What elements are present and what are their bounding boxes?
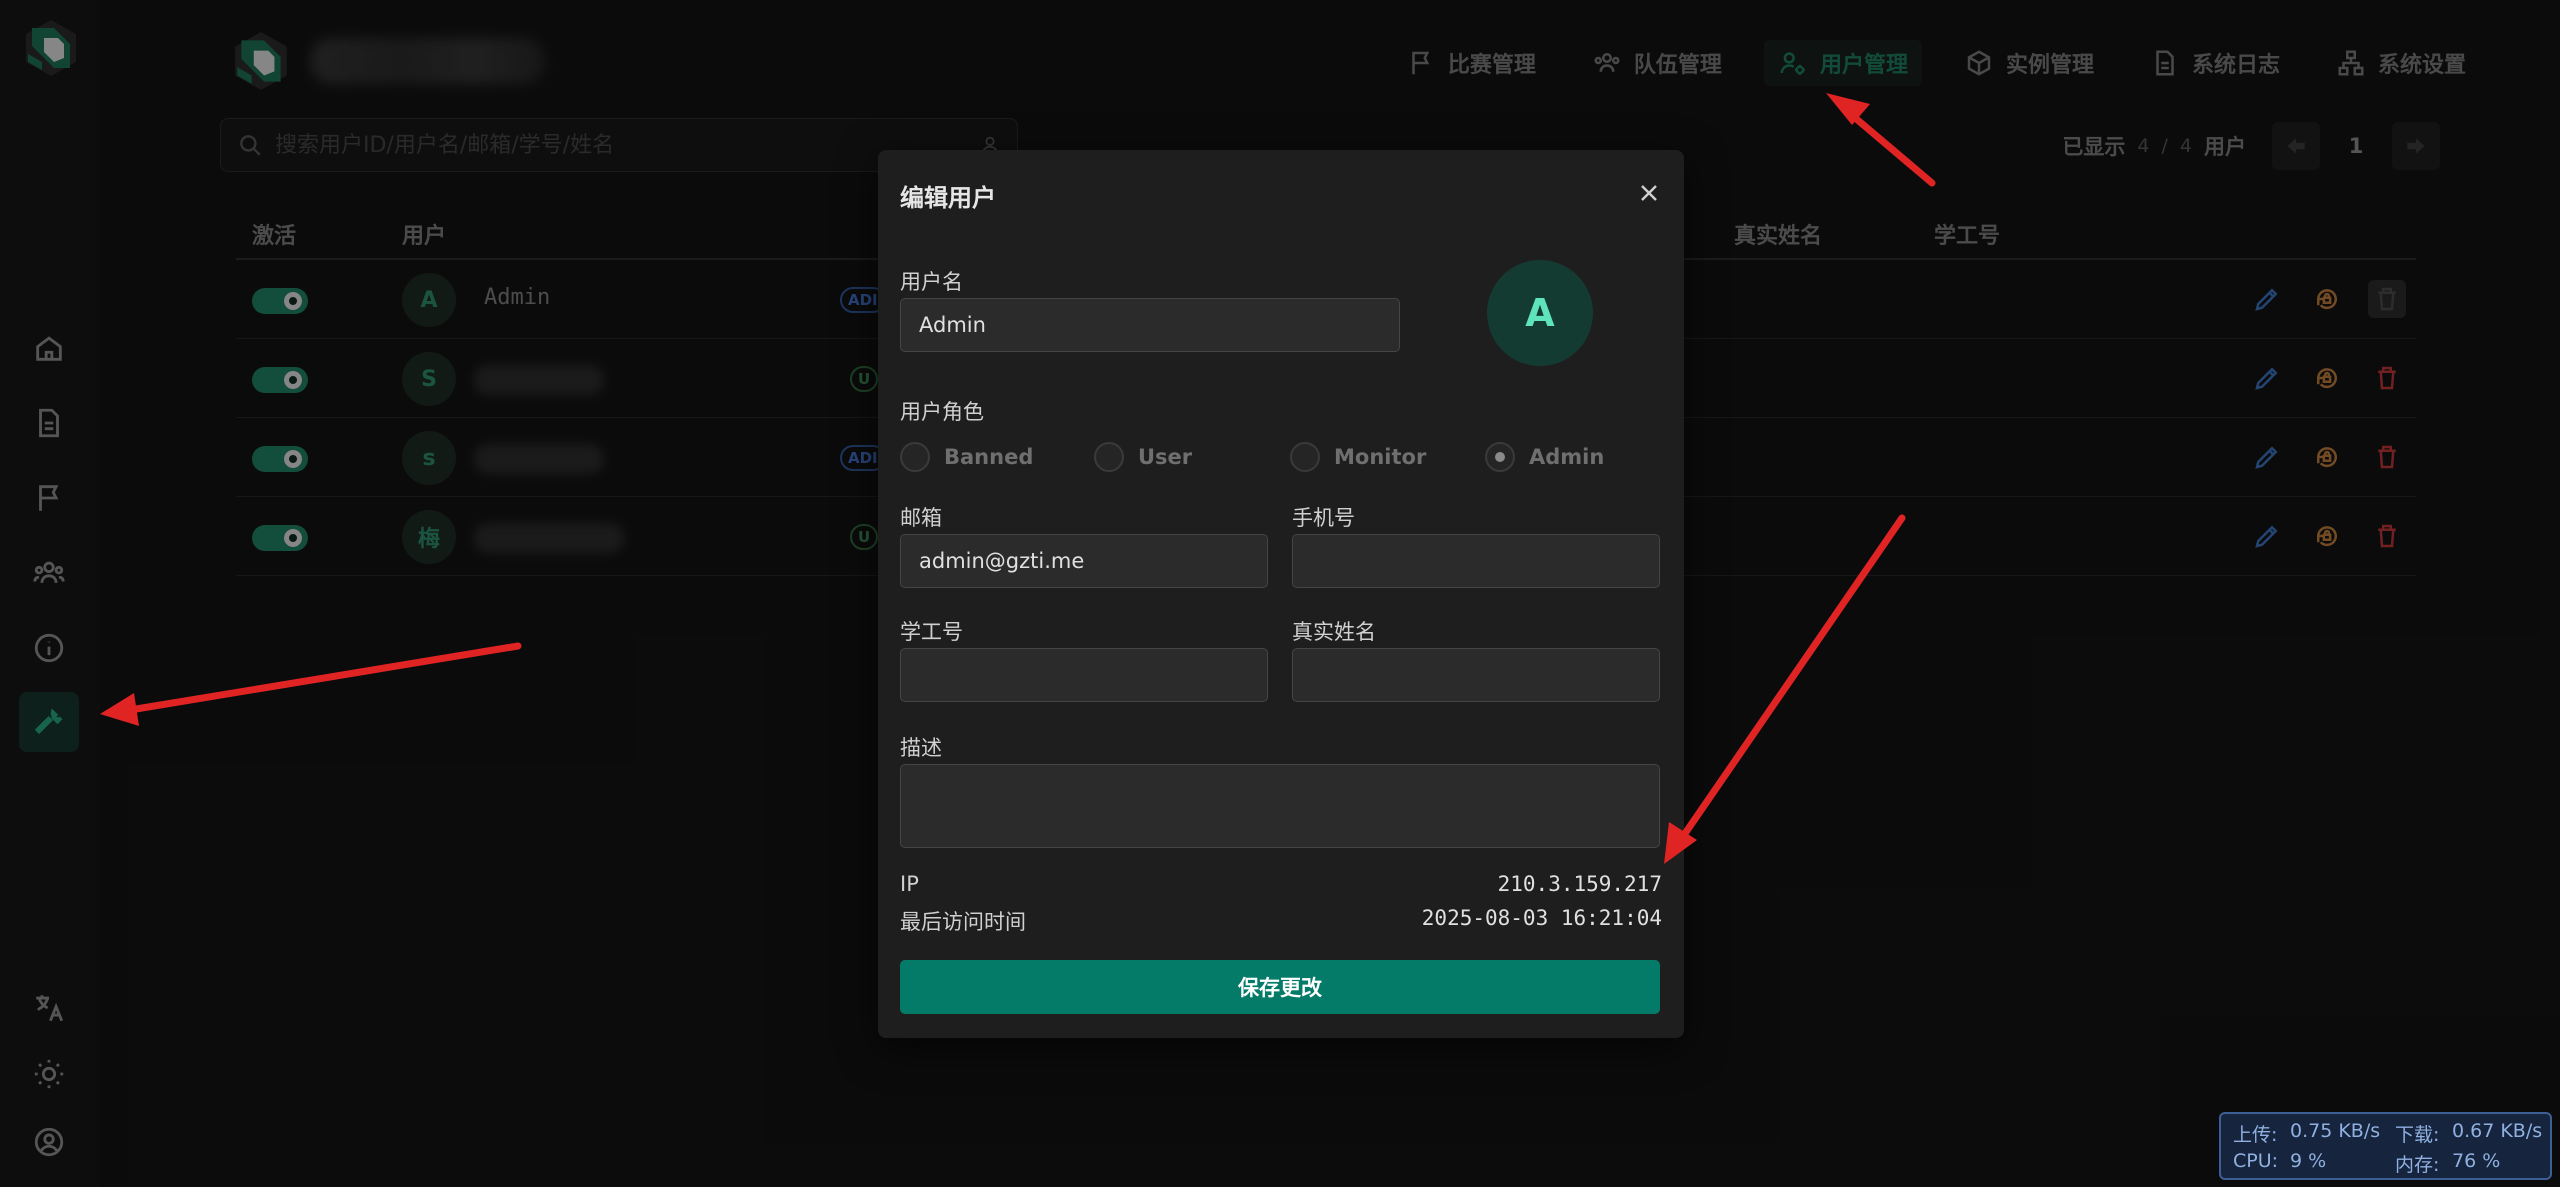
cpu-value: 9 % [2290, 1150, 2327, 1172]
last-visit-label: 最后访问时间 [900, 910, 1026, 934]
role-option-monitor[interactable]: Monitor [1290, 442, 1426, 472]
ip-value: 210.3.159.217 [1497, 872, 1662, 896]
save-changes-button[interactable]: 保存更改 [900, 960, 1660, 1014]
student-id-label: 学工号 [900, 620, 963, 644]
user-avatar[interactable]: A [1487, 260, 1593, 366]
edit-user-modal: 编辑用户 用户名 A 用户角色 Banned User Monitor Admi… [878, 150, 1684, 1038]
memory-value: 76 % [2452, 1150, 2501, 1172]
role-option-label: Admin [1529, 445, 1605, 469]
system-monitor-widget: 上传: 0.75 KB/s 下载: 0.67 KB/s CPU: 9 % 内存:… [2219, 1112, 2552, 1180]
radio-dot-checked [1485, 442, 1515, 472]
username-input[interactable] [900, 298, 1400, 352]
cpu-label: CPU: [2233, 1150, 2279, 1172]
download-value: 0.67 KB/s [2452, 1120, 2543, 1142]
radio-dot [900, 442, 930, 472]
username-label: 用户名 [900, 270, 963, 294]
upload-value: 0.75 KB/s [2290, 1120, 2381, 1142]
role-option-banned[interactable]: Banned [900, 442, 1033, 472]
last-visit-value: 2025-08-03 16:21:04 [1421, 906, 1662, 930]
email-input[interactable] [900, 534, 1268, 588]
role-option-admin[interactable]: Admin [1485, 442, 1604, 472]
radio-dot [1290, 442, 1320, 472]
close-button[interactable] [1634, 178, 1664, 208]
radio-dot [1094, 442, 1124, 472]
realname-input[interactable] [1292, 648, 1660, 702]
role-label: 用户角色 [900, 400, 984, 424]
description-label: 描述 [900, 736, 942, 760]
phone-label: 手机号 [1292, 506, 1355, 530]
role-option-label: Monitor [1334, 445, 1427, 469]
modal-title: 编辑用户 [900, 184, 996, 212]
download-label: 下载: [2395, 1124, 2440, 1146]
app-root: 比赛管理 队伍管理 用户管理 实例管理 系统日志 系统设置 已显示 4 / [0, 0, 2560, 1187]
phone-input[interactable] [1292, 534, 1660, 588]
description-textarea[interactable] [900, 764, 1660, 848]
student-id-input[interactable] [900, 648, 1268, 702]
close-icon [1641, 185, 1657, 201]
memory-label: 内存: [2395, 1154, 2440, 1176]
role-option-user[interactable]: User [1094, 442, 1192, 472]
upload-label: 上传: [2233, 1124, 2278, 1146]
email-label: 邮箱 [900, 506, 942, 530]
role-option-label: Banned [944, 445, 1034, 469]
role-option-label: User [1138, 445, 1193, 469]
realname-label: 真实姓名 [1292, 620, 1376, 644]
ip-label: IP [900, 872, 919, 896]
